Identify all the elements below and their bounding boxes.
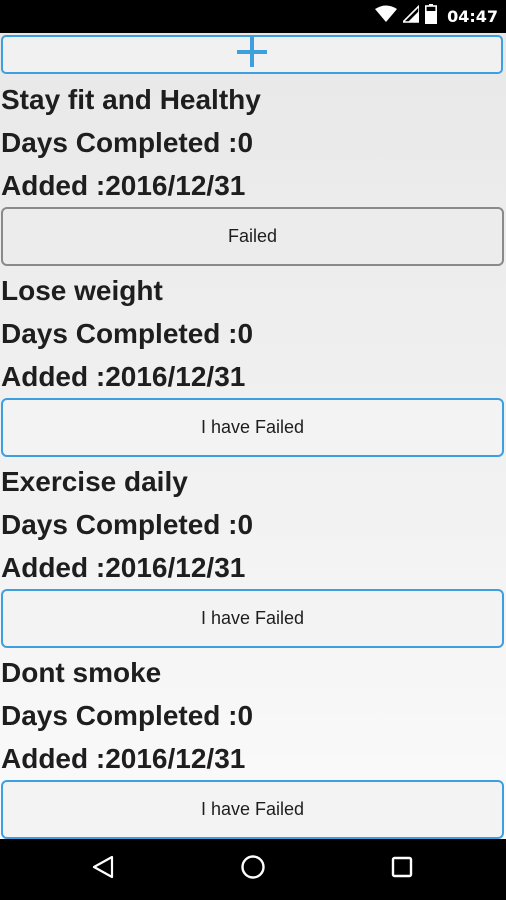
- wifi-icon: [375, 5, 398, 28]
- battery-icon: [425, 4, 438, 29]
- goal-item: Dont smoke Days Completed :0 Added :2016…: [0, 651, 506, 839]
- goal-title: Dont smoke: [1, 657, 162, 688]
- goal-days-completed: Days Completed :0: [1, 127, 254, 158]
- status-time: 04:47: [447, 7, 498, 26]
- plus-icon: [235, 35, 269, 74]
- goal-added-date: Added :2016/12/31: [1, 743, 246, 774]
- recents-button[interactable]: [362, 839, 442, 900]
- i-have-failed-button[interactable]: I have Failed: [1, 589, 504, 648]
- goal-days-completed: Days Completed :0: [1, 509, 254, 540]
- status-icons: 04:47: [375, 0, 498, 33]
- status-bar: 04:47: [0, 0, 506, 33]
- back-button[interactable]: [63, 839, 143, 900]
- goal-item: Lose weight Days Completed :0 Added :201…: [0, 269, 506, 457]
- goal-added-date: Added :2016/12/31: [1, 552, 246, 583]
- cell-signal-icon: [401, 4, 420, 28]
- goal-item: Exercise daily Days Completed :0 Added :…: [0, 460, 506, 648]
- goal-days-completed: Days Completed :0: [1, 700, 254, 731]
- home-icon: [240, 854, 266, 885]
- i-have-failed-button[interactable]: I have Failed: [1, 398, 504, 457]
- home-button[interactable]: [213, 839, 293, 900]
- i-have-failed-button[interactable]: I have Failed: [1, 780, 504, 839]
- goal-added-date: Added :2016/12/31: [1, 170, 246, 201]
- goal-days-completed: Days Completed :0: [1, 318, 254, 349]
- goal-title: Exercise daily: [1, 466, 188, 497]
- goal-title: Lose weight: [1, 275, 163, 306]
- failed-button[interactable]: Failed: [1, 207, 504, 266]
- recents-icon: [391, 856, 413, 883]
- back-icon: [91, 855, 115, 884]
- goal-list[interactable]: Stay fit and Healthy Days Completed :0 A…: [0, 33, 506, 839]
- goal-item: Stay fit and Healthy Days Completed :0 A…: [0, 78, 506, 266]
- add-goal-button[interactable]: [1, 35, 503, 74]
- navigation-bar: [0, 839, 506, 900]
- goal-title: Stay fit and Healthy: [1, 84, 261, 115]
- goal-added-date: Added :2016/12/31: [1, 361, 246, 392]
